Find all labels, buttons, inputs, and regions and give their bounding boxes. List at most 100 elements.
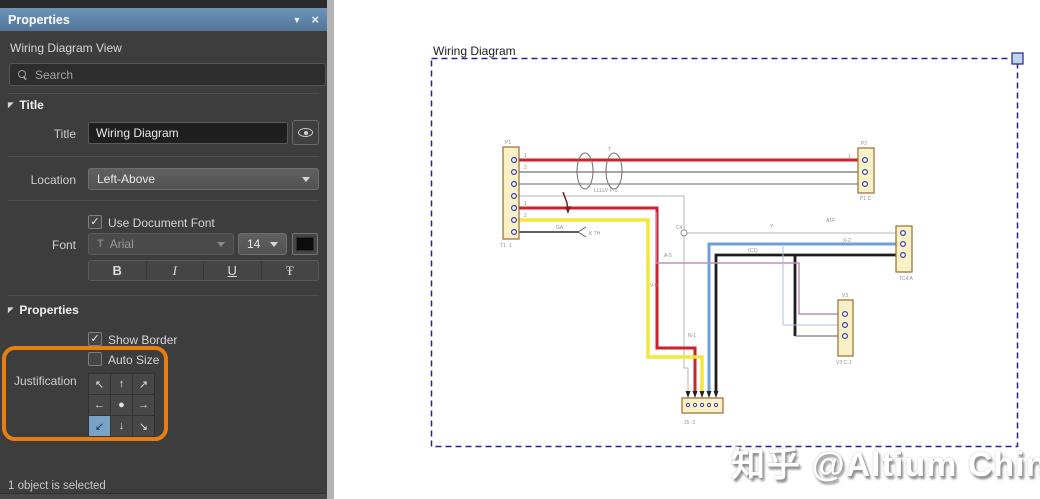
wire-sense-drop[interactable] (683, 233, 689, 393)
diagram-label-15: 2 (524, 213, 527, 219)
connector-J5-pin-arrow-0 (685, 391, 691, 398)
diagram-label-1: T1 -1 (500, 243, 512, 249)
separator (8, 156, 319, 157)
panel-subtitle: Wiring Diagram View (10, 41, 122, 55)
font-section-label: Font (51, 238, 76, 252)
check-icon: ✓ (90, 215, 100, 228)
connector-V3[interactable] (837, 299, 854, 357)
connector-J5-pin-0 (685, 402, 691, 408)
connector-J1-pin-3 (511, 193, 518, 200)
chevron-down-icon (217, 241, 225, 247)
auto-size-label: Auto Size (108, 353, 160, 367)
wire-sense[interactable] (519, 195, 896, 234)
connector-V3-pin-2 (841, 333, 848, 340)
separator (8, 295, 319, 296)
watermark: 知乎 @Altium China (731, 446, 1040, 484)
diagram-label-24: C4 (676, 225, 683, 231)
justification-label: Justification (14, 374, 77, 388)
connector-TC4-pin-1 (899, 241, 906, 248)
connector-P2-pin-2 (861, 181, 868, 188)
separator (8, 93, 319, 94)
check-icon: ✓ (90, 332, 100, 345)
wire-ltblue[interactable] (782, 246, 838, 326)
diagram-label-16: 1 (848, 154, 851, 160)
panel-menu-icon[interactable]: ▼ (292, 15, 301, 25)
connector-TC4-pin-2 (899, 252, 906, 259)
location-field-label: Location (30, 173, 76, 187)
justification-cell-2[interactable]: ↗ (133, 374, 154, 394)
connector-J1-pin-6 (511, 229, 518, 236)
justification-cell-4[interactable]: ● (111, 395, 132, 415)
connector-V3-pin-0 (841, 311, 848, 318)
collapse-triangle-icon: ◤ (8, 102, 14, 109)
wire-yellow[interactable] (519, 218, 704, 393)
diagram-label-21: V-5 (650, 283, 658, 289)
chevron-down-icon (302, 176, 310, 182)
justification-grid: ↖ ↑ ↗ ← ● → ↙ ↓ ↘ (88, 373, 155, 437)
properties-panel: Properties ▼ × Wiring Diagram View Searc… (0, 0, 334, 499)
font-family-dropdown[interactable]: T Arial (88, 233, 234, 255)
underline-button[interactable]: U (204, 261, 262, 280)
panel-footer-strip (0, 493, 327, 499)
wiring-diagram-view[interactable]: P1 T1 -1 P2 P1 C TC4 A V3 V3 C-1 J5 -3 LLLLV P-1… (430, 40, 1030, 460)
font-family-value: Arial (109, 237, 134, 251)
connector-J1-pin-4 (511, 205, 518, 212)
screenshot-root: Properties ▼ × Wiring Diagram View Searc… (0, 0, 1040, 499)
italic-button[interactable]: I (147, 261, 204, 280)
connector-J5-pin-4 (713, 402, 719, 408)
wire-pink[interactable] (655, 212, 838, 315)
use-document-font-checkbox[interactable]: ✓ (88, 215, 102, 229)
section-title-label: Title (19, 98, 44, 112)
use-document-font-label: Use Document Font (108, 216, 215, 230)
separator (8, 200, 319, 201)
wire-red-2[interactable] (519, 206, 697, 393)
auto-size-checkbox[interactable] (88, 352, 102, 366)
wire-drain-term[interactable] (577, 226, 587, 238)
diagram-label-4: TC4 A (899, 276, 914, 282)
font-color-swatch[interactable] (292, 233, 318, 255)
status-text: 1 object is selected (8, 480, 106, 492)
diagram-label-17: Y (770, 224, 774, 230)
diagram-label-7: J5 -3 (684, 420, 695, 426)
search-input[interactable]: Search (9, 63, 326, 86)
connector-J1-pin-0 (511, 157, 518, 164)
connector-J5-pin-1 (692, 402, 698, 408)
justification-cell-5[interactable]: → (133, 395, 154, 415)
diagram-label-22: A-5 (664, 253, 672, 259)
justification-cell-1[interactable]: ↑ (111, 374, 132, 394)
wire-blue[interactable] (707, 242, 896, 393)
title-visibility-button[interactable] (292, 120, 319, 145)
connector-TC4-pin-0 (899, 230, 906, 237)
connector-J5-pin-arrow-4 (713, 391, 719, 398)
justification-cell-0[interactable]: ↖ (89, 374, 110, 394)
eye-icon (298, 128, 313, 137)
section-title-header[interactable]: ◤ Title (8, 98, 44, 112)
justification-cell-8[interactable]: ↘ (133, 416, 154, 436)
wire-black[interactable] (714, 253, 896, 393)
location-value: Left-Above (97, 172, 156, 186)
justification-cell-7[interactable]: ↓ (111, 416, 132, 436)
title-input[interactable] (88, 122, 288, 144)
diagram-label-10: GA (556, 225, 564, 231)
font-size-dropdown[interactable]: 14 (238, 233, 287, 255)
location-dropdown[interactable]: Left-Above (88, 168, 319, 190)
panel-title: Properties (8, 12, 70, 27)
section-properties-header[interactable]: ◤ Properties (8, 303, 79, 317)
font-size-value: 14 (247, 237, 261, 251)
diagram-label-9: T (608, 147, 611, 153)
selection-rect[interactable] (430, 57, 1019, 448)
panel-header: Properties ▼ × (0, 8, 327, 31)
diagram-label-2: P2 (861, 141, 867, 147)
panel-scrollbar[interactable] (327, 0, 334, 499)
diagram-label-12: 1 (524, 153, 527, 159)
justification-cell-3[interactable]: ← (89, 395, 110, 415)
show-border-checkbox[interactable]: ✓ (88, 332, 102, 346)
diagram-label-11: K TH (589, 231, 601, 237)
bold-button[interactable]: B (89, 261, 147, 280)
selection-handle[interactable] (1011, 52, 1024, 65)
strikethrough-button[interactable]: Ŧ (262, 261, 319, 280)
justification-cell-6-selected[interactable]: ↙ (89, 416, 110, 436)
close-icon[interactable]: × (311, 12, 319, 27)
diagram-label-18: A1F (826, 218, 835, 224)
connector-J5-pin-arrow-1 (692, 391, 698, 398)
